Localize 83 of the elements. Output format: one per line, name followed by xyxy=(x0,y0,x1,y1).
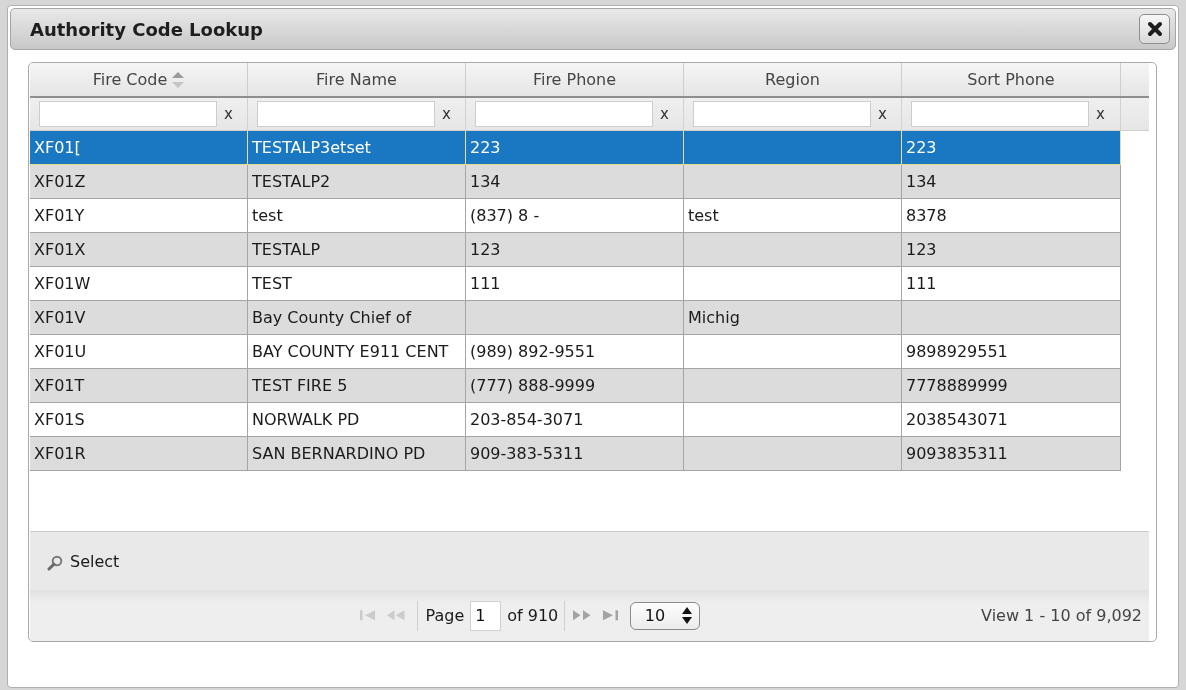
table-cell: (837) 8 - xyxy=(466,199,684,232)
table-cell: 111 xyxy=(902,267,1121,300)
table-cell: 123 xyxy=(466,233,684,266)
table-cell: XF01W xyxy=(30,267,248,300)
filter-input[interactable] xyxy=(39,101,217,127)
table-cell: NORWALK PD xyxy=(248,403,466,436)
table-cell: TESTALP3etset xyxy=(248,131,466,164)
table-cell: 134 xyxy=(902,165,1121,198)
page-size-select[interactable]: 10 xyxy=(629,601,700,630)
clear-filter-button[interactable]: x xyxy=(654,105,675,123)
column-header[interactable]: Region xyxy=(684,63,902,96)
table-cell: XF01Z xyxy=(30,165,248,198)
table-row[interactable]: XF01R SAN BERNARDINO PD 909-383-5311 9093835311 xyxy=(30,437,1121,471)
table-cell: BAY COUNTY E911 CENT xyxy=(248,335,466,368)
column-header[interactable]: Fire Name xyxy=(248,63,466,96)
table-cell: 9898929551 xyxy=(902,335,1121,368)
table-cell: XF01[ xyxy=(30,131,248,164)
table-row[interactable]: XF01Y test (837) 8 - test 8378 xyxy=(30,199,1121,233)
table-cell: XF01Y xyxy=(30,199,248,232)
column-header[interactable]: Sort Phone xyxy=(902,63,1121,96)
table-cell: 203-854-3071 xyxy=(466,403,684,436)
table-row[interactable]: XF01U BAY COUNTY E911 CENT (989) 892-9551 9898929551 xyxy=(30,335,1121,369)
filter-input[interactable] xyxy=(257,101,435,127)
table-cell: TESTALP2 xyxy=(248,165,466,198)
table-cell: SAN BERNARDINO PD xyxy=(248,437,466,470)
table-cell: XF01X xyxy=(30,233,248,266)
column-header[interactable]: Fire Code xyxy=(30,63,248,96)
table-row[interactable]: XF01S NORWALK PD 203-854-3071 2038543071 xyxy=(30,403,1121,437)
table-cell: (989) 892-9551 xyxy=(466,335,684,368)
page-count: of 910 xyxy=(507,606,559,625)
table-cell: 223 xyxy=(902,131,1121,164)
page-label: Page xyxy=(425,606,465,625)
table-cell: XF01R xyxy=(30,437,248,470)
table-row[interactable]: XF01Z TESTALP2 134 134 xyxy=(30,165,1121,199)
table-cell: 2038543071 xyxy=(902,403,1121,436)
table-cell: Bay County Chief of xyxy=(248,301,466,334)
table-cell: 8378 xyxy=(902,199,1121,232)
table-cell: TEST FIRE 5 xyxy=(248,369,466,402)
filter-input[interactable] xyxy=(911,101,1089,127)
table-cell: TEST xyxy=(248,267,466,300)
last-page-button[interactable] xyxy=(602,609,618,622)
table-row[interactable]: XF01X TESTALP 123 123 xyxy=(30,233,1121,267)
search-icon xyxy=(47,555,63,571)
table-cell: XF01T xyxy=(30,369,248,402)
clear-filter-button[interactable]: x xyxy=(436,105,457,123)
table-cell: 111 xyxy=(466,267,684,300)
table-cell: (777) 888-9999 xyxy=(466,369,684,402)
table-row[interactable]: XF01T TEST FIRE 5 (777) 888-9999 7778889999 xyxy=(30,369,1121,403)
close-button[interactable] xyxy=(1139,14,1170,44)
table-cell: XF01S xyxy=(30,403,248,436)
close-icon xyxy=(1146,21,1163,37)
table-cell: XF01V xyxy=(30,301,248,334)
up-down-arrows-icon xyxy=(681,607,692,624)
table-row[interactable]: XF01W TEST 111 111 xyxy=(30,267,1121,301)
table-cell: 134 xyxy=(466,165,684,198)
rewind-icon xyxy=(387,609,405,622)
table-cell: 123 xyxy=(902,233,1121,266)
filter-input[interactable] xyxy=(693,101,871,127)
column-header[interactable]: Fire Phone xyxy=(466,63,684,96)
clear-filter-button[interactable]: x xyxy=(218,105,239,123)
table-row[interactable]: XF01V Bay County Chief of Michig xyxy=(30,301,1121,335)
skip-to-start-icon xyxy=(360,609,375,622)
table-cell: 9093835311 xyxy=(902,437,1121,470)
table-cell: Michig xyxy=(684,301,902,334)
table-cell: 223 xyxy=(466,131,684,164)
fast-forward-icon xyxy=(573,609,591,622)
table-cell: test xyxy=(248,199,466,232)
record-count: View 1 - 10 of 9,092 xyxy=(981,606,1142,625)
table-cell: TESTALP xyxy=(248,233,466,266)
table-row[interactable]: XF01[ TESTALP3etset 223 223 xyxy=(30,131,1121,165)
table-cell: 7778889999 xyxy=(902,369,1121,402)
page-input[interactable]: 1 xyxy=(470,600,502,631)
sort-arrows-icon xyxy=(172,71,185,88)
select-button[interactable]: Select xyxy=(47,551,120,571)
skip-to-end-icon xyxy=(602,609,618,622)
clear-filter-button[interactable]: x xyxy=(1090,105,1111,123)
table-cell: XF01U xyxy=(30,335,248,368)
table-cell: 909-383-5311 xyxy=(466,437,684,470)
table-cell: test xyxy=(684,199,902,232)
next-page-button[interactable] xyxy=(573,609,591,622)
dialog-title: Authority Code Lookup xyxy=(30,18,263,40)
clear-filter-button[interactable]: x xyxy=(872,105,893,123)
filter-input[interactable] xyxy=(475,101,653,127)
